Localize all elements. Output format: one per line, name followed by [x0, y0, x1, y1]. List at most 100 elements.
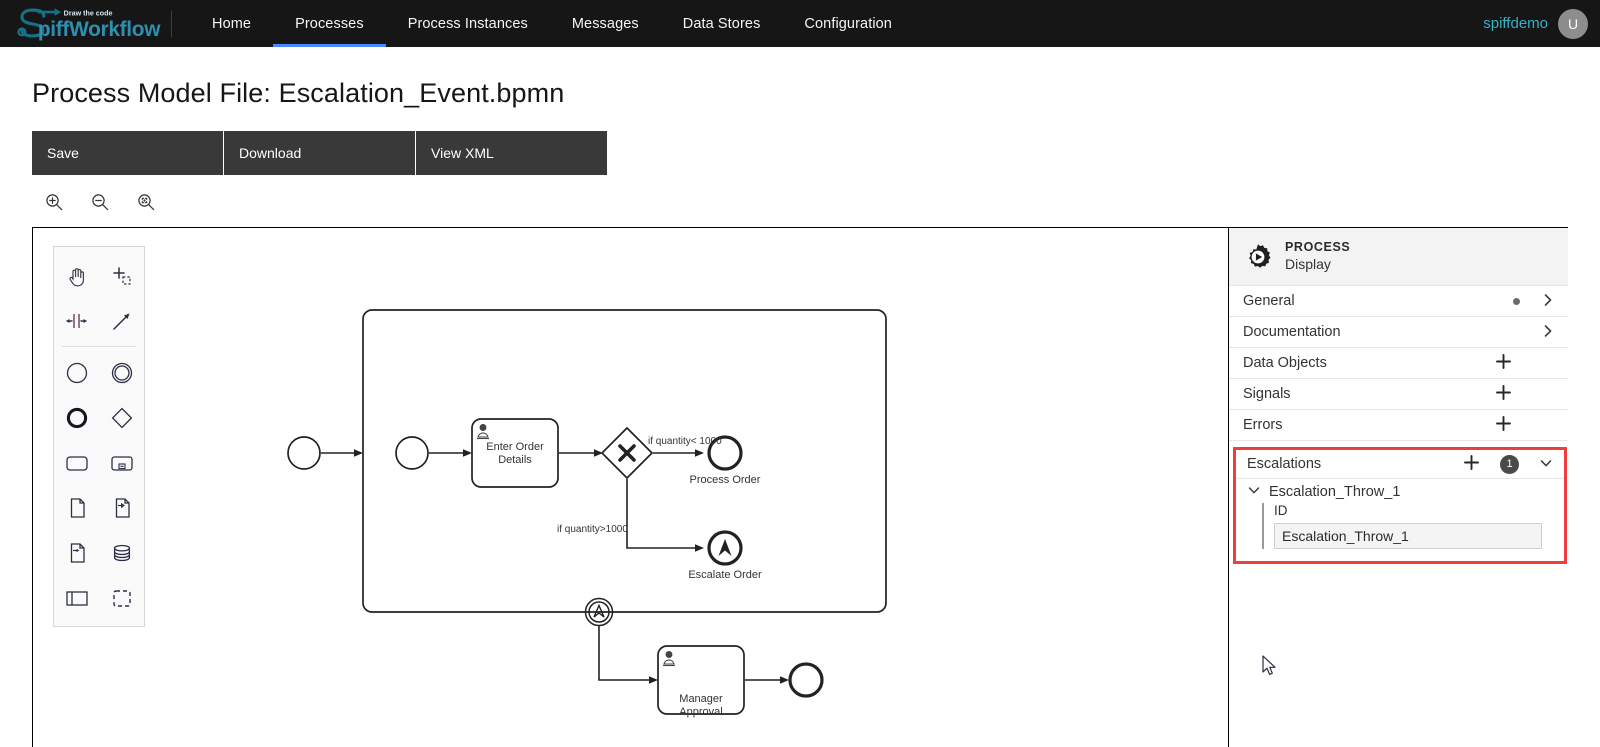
entry-rail — [1262, 503, 1264, 549]
bpmn-canvas[interactable]: Enter Order Details Manager Approval Pro… — [33, 228, 1228, 747]
page-content: Process Model File: Escalation_Event.bpm… — [0, 47, 1600, 747]
nav-item-process-instances[interactable]: Process Instances — [386, 0, 550, 47]
save-button[interactable]: Save — [32, 131, 224, 175]
inner-start-event-shape — [395, 436, 429, 470]
svg-text:piffWorkflow: piffWorkflow — [38, 17, 161, 40]
chevron-down-icon[interactable] — [1539, 457, 1553, 472]
nav-item-label: Home — [212, 15, 252, 32]
start-event-icon[interactable] — [54, 350, 99, 395]
properties-panel: PROCESS Display General Documentation Da… — [1228, 228, 1568, 747]
properties-element-name: Display — [1285, 255, 1331, 272]
escalate-order-label: Escalate Order — [688, 569, 762, 581]
bpmn-palette — [53, 246, 145, 627]
escalations-label: Escalations — [1247, 456, 1322, 472]
manager-approval-label-line1: Manager — [679, 693, 723, 705]
chevron-right-icon[interactable] — [1542, 293, 1554, 310]
username-label[interactable]: spiffdemo — [1483, 15, 1548, 32]
zoom-reset-icon[interactable] — [135, 191, 157, 213]
properties-section-signals[interactable]: Signals — [1229, 379, 1568, 410]
connect-tool-icon[interactable] — [99, 298, 144, 343]
plus-icon[interactable] — [1495, 414, 1512, 436]
escalations-count-badge: 1 — [1500, 454, 1519, 474]
nav-items: Home Processes Process Instances Message… — [190, 0, 914, 47]
data-output-icon[interactable] — [54, 530, 99, 575]
user-task-icon — [663, 651, 675, 667]
enter-order-details-label-line1: Enter Order — [486, 441, 544, 453]
page-title: Process Model File: Escalation_Event.bpm… — [32, 78, 565, 108]
properties-section-documentation[interactable]: Documentation — [1229, 317, 1568, 348]
zoom-controls — [43, 189, 1600, 215]
zoom-in-icon[interactable] — [43, 191, 65, 213]
start-event-shape — [287, 436, 321, 470]
zoom-out-icon[interactable] — [89, 191, 111, 213]
data-store-icon[interactable] — [99, 530, 144, 575]
space-tool-icon[interactable] — [54, 298, 99, 343]
nav-item-label: Processes — [295, 15, 364, 32]
escalation-entry-name: Escalation_Throw_1 — [1269, 484, 1401, 500]
section-label: Signals — [1243, 386, 1291, 402]
file-action-toolbar: Save Download View XML — [32, 131, 607, 175]
process-order-label: Process Order — [690, 474, 761, 486]
nav-item-processes[interactable]: Processes — [273, 0, 386, 47]
enter-order-details-label-line2: Details — [498, 454, 532, 466]
section-label: General — [1243, 293, 1295, 309]
general-indicator-dot — [1513, 297, 1520, 305]
download-button-label: Download — [239, 145, 302, 161]
escalations-section-header[interactable]: Escalations 1 — [1236, 450, 1564, 479]
final-end-event-shape — [788, 662, 824, 698]
palette-divider — [62, 346, 136, 347]
properties-section-errors[interactable]: Errors — [1229, 410, 1568, 441]
subprocess-shape — [362, 309, 887, 613]
properties-section-data-objects[interactable]: Data Objects — [1229, 348, 1568, 379]
end-event-icon[interactable] — [54, 395, 99, 440]
group-icon[interactable] — [99, 575, 144, 620]
intermediate-event-icon[interactable] — [99, 350, 144, 395]
task-icon[interactable] — [54, 440, 99, 485]
chevron-right-icon[interactable] — [1542, 324, 1554, 341]
properties-section-general[interactable]: General — [1229, 286, 1568, 317]
nav-item-messages[interactable]: Messages — [550, 0, 661, 47]
lasso-tool-icon[interactable] — [99, 253, 144, 298]
nav-item-configuration[interactable]: Configuration — [782, 0, 914, 47]
section-label: Errors — [1243, 417, 1283, 433]
escalation-entry-body: ID — [1236, 503, 1564, 561]
nav-item-home[interactable]: Home — [190, 0, 273, 47]
spiffworkflow-logo-icon: Draw the code piffWorkflow — [17, 7, 162, 40]
properties-panel-header: PROCESS Display — [1229, 228, 1568, 286]
chevron-down-icon[interactable] — [1247, 484, 1261, 500]
data-object-icon[interactable] — [54, 485, 99, 530]
avatar[interactable]: U — [1558, 8, 1588, 39]
escalations-section-highlight: Escalations 1 Escalation_Throw_1 ID Esca… — [1233, 447, 1567, 564]
exclusive-gateway-x-icon — [618, 444, 636, 462]
brand-logo[interactable]: Draw the code piffWorkflow — [0, 0, 165, 47]
nav-item-label: Process Instances — [407, 15, 528, 32]
section-label: Documentation — [1243, 324, 1341, 340]
save-button-label: Save — [47, 145, 79, 161]
nav-item-label: Configuration — [804, 15, 892, 32]
bpmn-diagram[interactable]: Enter Order Details Manager Approval Pro… — [33, 228, 1228, 747]
view-xml-button-label: View XML — [431, 145, 494, 161]
user-task-icon — [477, 424, 489, 440]
participant-icon[interactable] — [54, 575, 99, 620]
manager-approval-label-line2: Approval — [679, 706, 722, 718]
gateway-icon[interactable] — [99, 395, 144, 440]
escalation-id-input[interactable] — [1274, 523, 1542, 549]
nav-user-area: spiffdemo U — [1483, 0, 1600, 47]
nav-item-label: Data Stores — [682, 15, 761, 32]
escalation-entry-toggle[interactable]: Escalation_Throw_1 — [1236, 479, 1564, 503]
nav-item-label: Messages — [571, 15, 639, 32]
subprocess-icon[interactable] — [99, 440, 144, 485]
brand-divider — [171, 10, 172, 37]
view-xml-button[interactable]: View XML — [416, 131, 607, 175]
top-navigation-bar: Draw the code piffWorkflow Home Processe… — [0, 0, 1600, 47]
plus-icon[interactable] — [1495, 352, 1512, 374]
plus-icon[interactable] — [1463, 453, 1480, 475]
nav-item-data-stores[interactable]: Data Stores — [661, 0, 783, 47]
hand-tool-icon[interactable] — [54, 253, 99, 298]
escalation-id-label: ID — [1274, 503, 1288, 518]
plus-icon[interactable] — [1495, 383, 1512, 405]
properties-element-kind: PROCESS — [1285, 239, 1351, 254]
flow-label-high-quantity: if quantity>1000 — [557, 524, 628, 535]
download-button[interactable]: Download — [224, 131, 416, 175]
data-input-icon[interactable] — [99, 485, 144, 530]
